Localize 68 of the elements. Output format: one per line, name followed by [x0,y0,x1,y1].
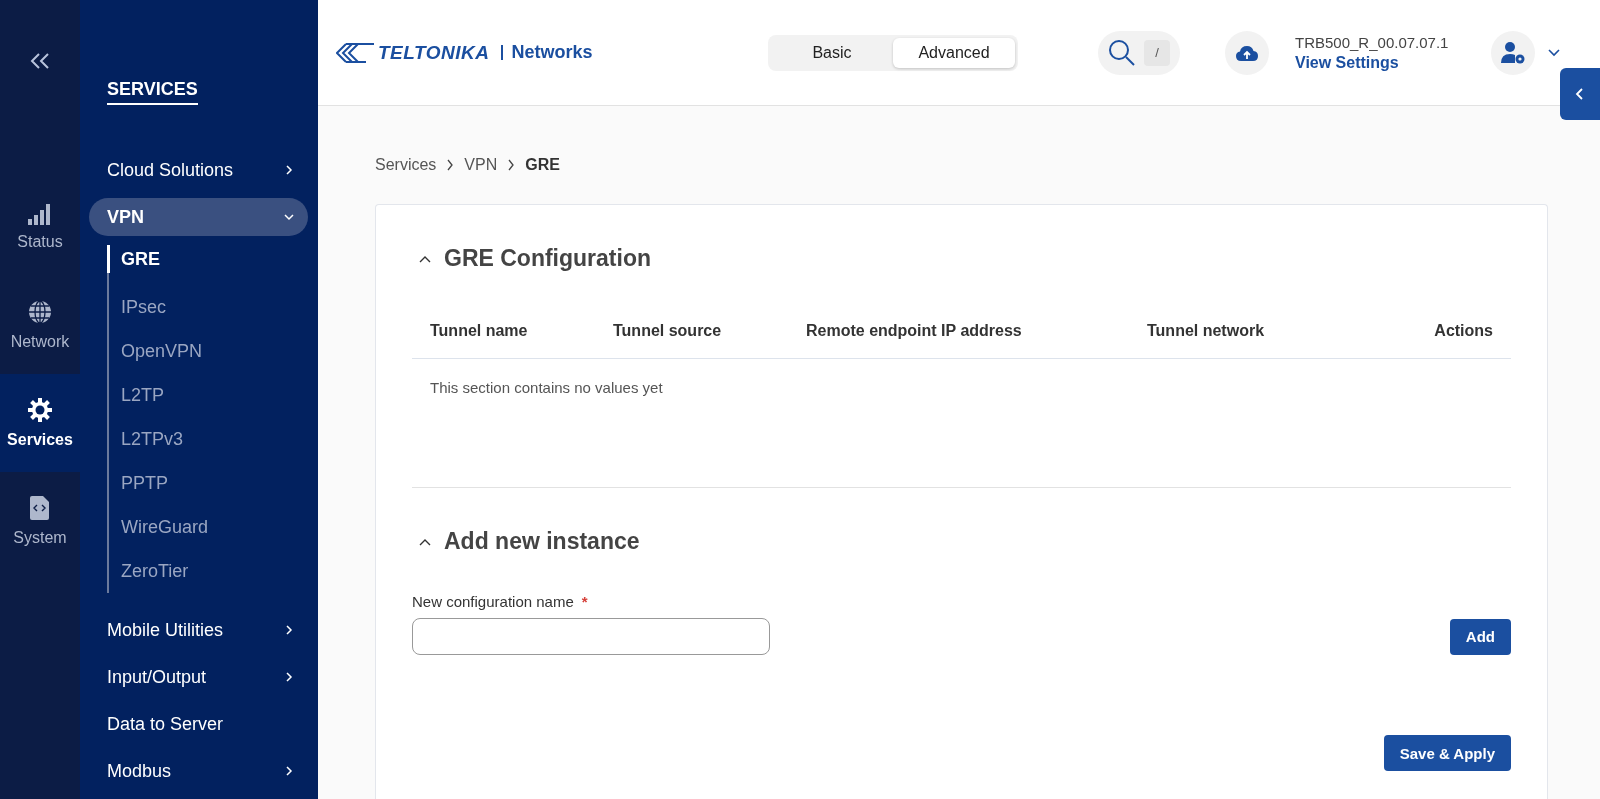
column-header: Remote endpoint IP address [806,322,1023,340]
cloud-upload-icon [1235,43,1259,62]
submenu-item[interactable]: L2TPv3 [109,417,308,461]
chevron-icon [284,672,294,682]
name-input-field[interactable] [412,618,770,655]
search-icon [1108,38,1136,67]
required-mark: * [581,593,588,610]
search-button[interactable]: / [1098,30,1180,75]
firmware-version: TRB500_R_00.07.07.1 [1295,33,1450,51]
mode-tab[interactable]: Advanced [893,37,1015,68]
code-file-icon [29,495,51,521]
field-label: New configuration name [412,593,574,610]
sidebar-item[interactable]: VPN [89,198,308,236]
rail-item[interactable]: Services [0,374,80,472]
rail-item[interactable]: Network [0,276,80,374]
user-gear-icon [1500,40,1526,65]
submenu-item[interactable]: GRE [107,245,308,273]
double-chevron-left-icon[interactable] [29,52,51,70]
sidebar-title: SERVICES [107,79,198,105]
section-title: GRE Configuration [444,245,651,272]
rail-label: System [13,529,67,547]
chevron-right-icon [507,159,516,171]
rail-item[interactable]: System [0,472,80,570]
chevron-icon [284,212,294,222]
submenu-item[interactable]: PPTP [109,461,308,505]
chevron-left-icon [1575,87,1585,101]
mode-tab[interactable]: Basic [771,37,893,68]
sidebar-item[interactable]: Input/Output [89,658,308,696]
logo-icon [336,41,376,64]
logo-product: Networks [501,45,593,60]
user-settings-button[interactable] [1491,30,1535,75]
chevron-icon [284,165,294,175]
submenu-item[interactable]: IPsec [109,285,308,329]
breadcrumb[interactable]: Services [375,156,437,174]
rail-item[interactable]: Status [0,178,80,276]
shortcut-key: / [1144,39,1170,66]
add-button[interactable]: Add [1449,618,1511,655]
breadcrumb: GRE [525,156,560,174]
empty-table-message: This section contains no values yet [429,378,664,398]
submenu-item[interactable]: ZeroTier [109,549,308,593]
chevron-right-icon [446,159,455,171]
column-header: Tunnel network [1147,322,1266,340]
section-title: Add new instance [444,528,640,555]
rail-label: Network [10,333,70,351]
gear-icon [27,397,53,423]
view-settings-link[interactable]: View Settings [1295,53,1491,72]
sidebar-item[interactable]: Data to Server [89,705,308,743]
signal-bars-icon [27,203,53,225]
sidebar-item[interactable]: Mobile Utilities [89,611,308,649]
save-apply-button[interactable]: Save & Apply [1383,735,1511,771]
sidebar-item[interactable]: Cloud Solutions [89,151,308,189]
panel-toggle-button[interactable] [1560,68,1600,120]
sidebar-item[interactable]: Modbus [89,752,308,790]
column-header: Tunnel source [613,322,723,340]
globe-icon [27,299,53,325]
submenu-item[interactable]: L2TP [109,373,308,417]
chevron-icon [284,766,294,776]
chevron-icon [284,625,294,635]
column-header: Actions [1434,322,1493,340]
submenu-item[interactable]: WireGuard [109,505,308,549]
cloud-upload-button[interactable] [1225,30,1269,75]
column-header: Tunnel name [430,322,529,340]
rail-label: Services [7,431,73,449]
rail-label: Status [17,233,63,251]
breadcrumb[interactable]: VPN [464,156,498,174]
caret-down-icon[interactable] [1547,47,1561,58]
submenu-item[interactable]: OpenVPN [109,329,308,373]
logo-brand: TELTONIKA [378,41,490,64]
